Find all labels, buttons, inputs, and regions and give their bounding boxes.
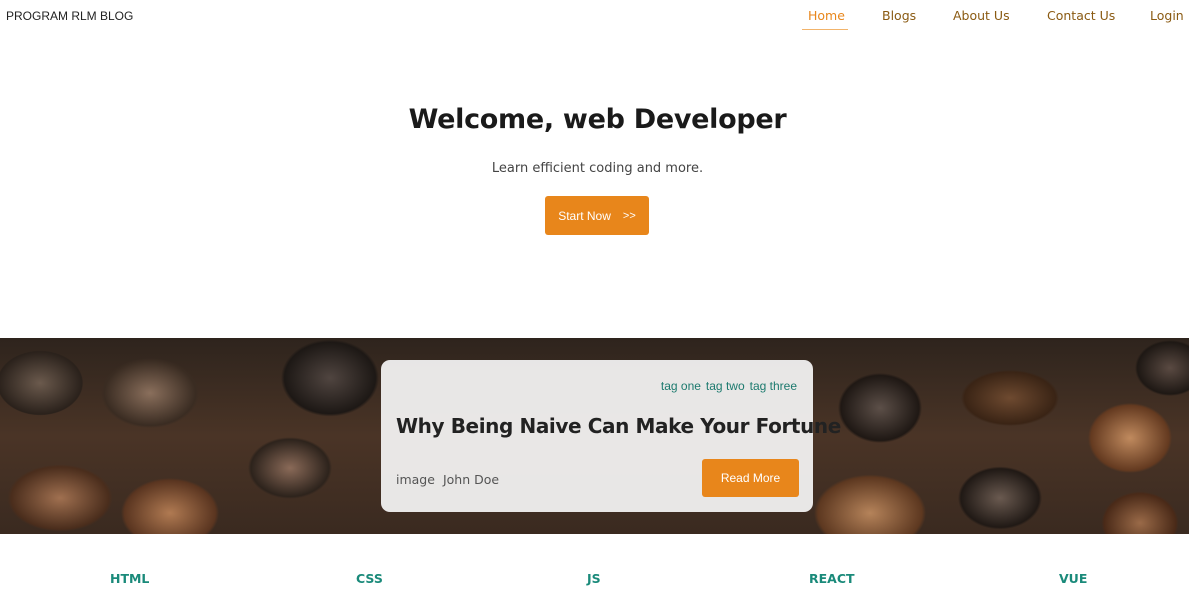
author-image-placeholder: image — [396, 472, 435, 487]
topic-vue[interactable]: VUE — [1059, 571, 1087, 586]
brand-logo-text[interactable]: PROGRAM RLM BLOG — [6, 9, 133, 23]
hero-title: Welcome, web Developer — [408, 104, 787, 135]
hero-subtitle: Learn efficient coding and more. — [491, 161, 704, 176]
post-title[interactable]: Why Being Naive Can Make Your Fortune — [396, 414, 841, 438]
tag-link[interactable]: tag two — [706, 379, 745, 393]
topic-html[interactable]: HTML — [110, 571, 149, 586]
nav-contact-us[interactable]: Contact Us — [1047, 8, 1115, 23]
featured-post-card: tag one tag two tag three Why Being Naiv… — [381, 360, 841, 512]
post-meta: image John Doe — [396, 472, 499, 487]
read-more-button[interactable]: Read More — [702, 459, 799, 497]
nav-active-underline — [802, 29, 848, 30]
topic-js[interactable]: JS — [587, 571, 601, 586]
double-chevron-right-icon: >> — [622, 209, 636, 222]
start-now-label: Start Now — [558, 208, 611, 223]
nav-login[interactable]: Login — [1150, 8, 1184, 23]
topics-bar: HTML CSS JS REACT VUE — [0, 571, 1189, 591]
nav-about-us[interactable]: About Us — [953, 8, 1010, 23]
navbar: PROGRAM RLM BLOG Home Blogs About Us Con… — [0, 0, 1189, 32]
topic-css[interactable]: CSS — [356, 571, 383, 586]
nav-home[interactable]: Home — [808, 8, 845, 23]
start-now-button[interactable]: Start Now >> — [545, 196, 649, 235]
topic-react[interactable]: REACT — [809, 571, 855, 586]
post-tags: tag one tag two tag three — [661, 379, 797, 393]
tag-link[interactable]: tag three — [750, 379, 797, 393]
tag-link[interactable]: tag one — [661, 379, 701, 393]
author-name: John Doe — [442, 472, 500, 487]
nav-blogs[interactable]: Blogs — [882, 8, 916, 23]
